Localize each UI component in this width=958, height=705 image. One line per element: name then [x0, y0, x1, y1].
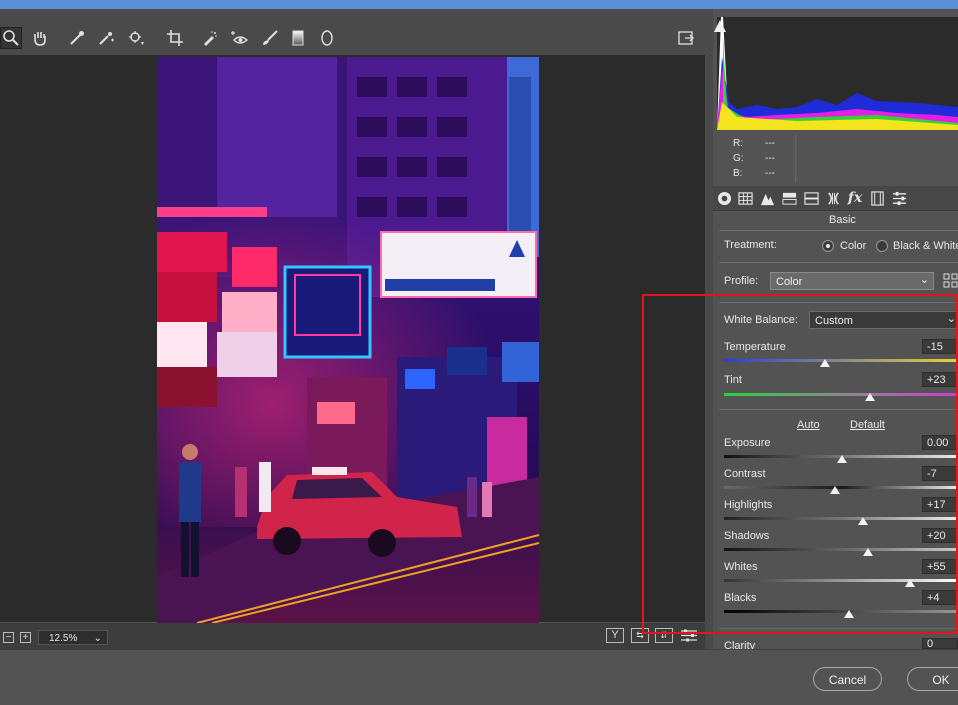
treatment-color-radio[interactable] [822, 240, 834, 252]
chevron-down-icon: ⌄ [946, 313, 956, 325]
highlights-label: Highlights [724, 499, 773, 511]
blacks-slider-thumb[interactable] [844, 610, 855, 618]
zoom-level-value: 12.5% [49, 633, 78, 644]
temperature-track[interactable] [724, 359, 958, 362]
highlights-slider-thumb[interactable] [858, 517, 869, 525]
auto-link[interactable]: Auto [797, 419, 820, 431]
profile-browser-icon[interactable] [943, 273, 958, 288]
highlights-value[interactable]: +17 [922, 497, 958, 512]
tab-tone-curve-icon[interactable] [737, 190, 753, 206]
chevron-down-icon: ⌄ [919, 274, 929, 286]
g-value: --- [765, 153, 775, 164]
contrast-slider-thumb[interactable] [829, 486, 840, 494]
r-label: R: [733, 138, 743, 149]
preview-toggle-icon[interactable]: Y [606, 628, 624, 643]
treatment-label: Treatment: [724, 239, 777, 251]
panel-tab-strip: fx [713, 186, 958, 211]
divider [719, 628, 958, 629]
histogram [717, 17, 958, 130]
tab-lens-corrections-icon[interactable] [825, 190, 841, 206]
exposure-value[interactable]: 0.00 [922, 435, 958, 450]
tab-detail-icon[interactable] [759, 190, 775, 206]
blacks-label: Blacks [724, 592, 757, 604]
radial-filter-icon[interactable] [316, 27, 338, 49]
treatment-bw-label[interactable]: Black & White [893, 240, 958, 252]
blacks-value[interactable]: +4 [922, 590, 958, 605]
zoom-in-button[interactable]: + [20, 632, 31, 643]
chevron-down-icon: ⌄ [93, 633, 102, 644]
tab-hsl-icon[interactable] [781, 190, 797, 206]
exposure-slider-thumb[interactable] [837, 455, 847, 463]
divider [719, 302, 958, 303]
tab-split-toning-icon[interactable] [803, 190, 819, 206]
temperature-label: Temperature [724, 341, 786, 353]
shadows-value[interactable]: +20 [922, 528, 958, 543]
adjustment-brush-icon[interactable] [259, 27, 281, 49]
swap-settings-icon[interactable]: ⇵ [655, 628, 673, 643]
whites-track[interactable] [724, 579, 958, 582]
blacks-track[interactable] [724, 610, 958, 613]
tab-calibration-icon[interactable] [869, 190, 885, 206]
exposure-label: Exposure [724, 437, 771, 449]
crop-tool-icon[interactable] [164, 27, 186, 49]
tab-effects-icon[interactable]: fx [847, 190, 863, 206]
white-balance-value: Custom [815, 315, 853, 327]
temperature-slider-thumb[interactable] [820, 359, 831, 367]
section-title: Basic [829, 214, 856, 226]
b-value: --- [765, 168, 775, 179]
highlights-track[interactable] [724, 517, 958, 520]
clarity-value[interactable]: 0 [922, 638, 958, 649]
contrast-track[interactable] [724, 486, 958, 489]
red-eye-tool-icon[interactable] [228, 27, 250, 49]
b-label: B: [733, 168, 743, 179]
white-balance-select[interactable]: Custom ⌄ [809, 311, 958, 329]
tool-bar [0, 9, 705, 55]
tint-slider-thumb[interactable] [865, 393, 876, 401]
tint-label: Tint [724, 374, 742, 386]
whites-slider-thumb[interactable] [905, 579, 916, 587]
divider [719, 409, 958, 410]
graduated-filter-icon[interactable] [287, 27, 309, 49]
profile-label: Profile: [724, 275, 759, 287]
preview-settings-icon[interactable] [680, 628, 698, 643]
r-value: --- [765, 138, 775, 149]
preview-photo [157, 57, 539, 623]
zoom-tool-icon[interactable] [0, 27, 22, 49]
zoom-out-button[interactable]: − [3, 632, 14, 643]
zoom-level-select[interactable]: 12.5% ⌄ [38, 630, 108, 645]
readout-divider [795, 135, 796, 183]
whites-label: Whites [724, 561, 758, 573]
divider [719, 262, 958, 263]
white-balance-tool-icon[interactable] [66, 27, 88, 49]
treatment-color-label[interactable]: Color [840, 240, 866, 252]
window-title-bar [0, 0, 958, 9]
shadows-track[interactable] [724, 548, 958, 551]
cancel-button[interactable]: Cancel [813, 667, 882, 691]
targeted-adjustment-tool-icon[interactable] [125, 27, 147, 49]
whites-value[interactable]: +55 [922, 559, 958, 574]
tab-presets-icon[interactable] [891, 190, 907, 206]
before-after-icon[interactable]: ⇆ [631, 628, 649, 643]
rgb-readout: R: --- G: --- B: --- [717, 132, 958, 186]
color-sampler-tool-icon[interactable] [95, 27, 117, 49]
ok-button[interactable]: OK [907, 667, 958, 691]
g-label: G: [733, 153, 744, 164]
tint-value[interactable]: +23 [922, 372, 958, 387]
tint-track[interactable] [724, 393, 958, 396]
treatment-bw-radio[interactable] [876, 240, 888, 252]
profile-select[interactable]: Color ⌄ [770, 272, 934, 290]
contrast-value[interactable]: -7 [922, 466, 958, 481]
default-link[interactable]: Default [850, 419, 885, 431]
open-preferences-icon[interactable] [675, 27, 697, 49]
contrast-label: Contrast [724, 468, 766, 480]
shadows-label: Shadows [724, 530, 770, 542]
hand-tool-icon[interactable] [29, 27, 51, 49]
divider [719, 230, 958, 231]
spot-removal-tool-icon[interactable] [199, 27, 221, 49]
temperature-value[interactable]: -15 [922, 339, 958, 354]
white-balance-label: White Balance: [724, 314, 798, 326]
shadows-slider-thumb[interactable] [862, 548, 873, 556]
tab-basic-icon[interactable] [716, 190, 732, 206]
profile-value: Color [776, 276, 803, 288]
